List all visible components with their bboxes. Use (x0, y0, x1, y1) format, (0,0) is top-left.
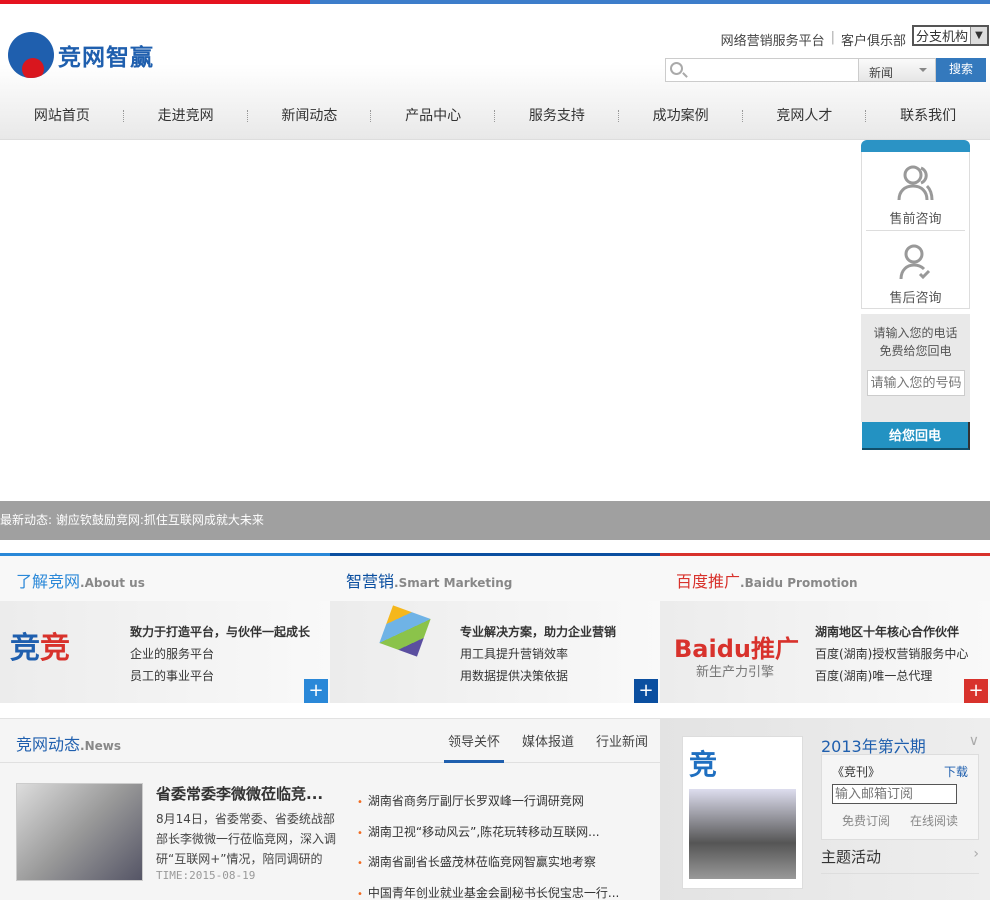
news-section: 竞网动态.News 领导关怀媒体报道行业新闻 省委常委李微微莅临竞... 8月1… (0, 718, 660, 900)
caret-down-icon (919, 68, 927, 76)
cube-icon (379, 605, 430, 656)
call-text-2: 免费给您回电 (861, 342, 970, 360)
read-online-link[interactable]: 在线阅读 (910, 812, 958, 829)
nav-products[interactable]: 产品中心 (371, 100, 495, 132)
panel-subtitle: .Baidu Promotion (740, 576, 858, 590)
top-links: 网络营销服务平台|客户俱乐部 (721, 30, 906, 49)
link-marketing-platform[interactable]: 网络营销服务平台 (721, 30, 825, 49)
presale-consult[interactable]: 售前咨询 (862, 152, 969, 230)
featured-news-desc: 8月14日，省委常委、省委统战部部长李微微一行莅临竞网，深入调研“互联网+”情况… (156, 809, 341, 869)
user-check-icon (896, 243, 936, 281)
panel-line: 用工具提升营销效率 (460, 643, 616, 665)
logo-icon (8, 32, 54, 78)
panel-subtitle: .About us (80, 576, 145, 590)
panel-about: 了解竞网.About us 竞竞 致力于打造平台，与伙伴一起成长企业的服务平台员… (0, 553, 330, 703)
main-nav: 网站首页走进竞网新闻动态产品中心服务支持成功案例竞网人才联系我们 (0, 100, 990, 132)
link-client-club[interactable]: 客户俱乐部 (841, 30, 906, 49)
theme-activity[interactable]: 主题活动 › (821, 846, 979, 874)
chevron-down-icon: ▼ (970, 27, 987, 44)
panel-line: 企业的服务平台 (130, 643, 310, 665)
cover-title: 竞 (689, 743, 796, 783)
aftersale-consult[interactable]: 售后咨询 (866, 230, 965, 308)
panel-line: 员工的事业平台 (130, 665, 310, 687)
tab-leadership[interactable]: 领导关怀 (448, 731, 500, 763)
panel-line: 用数据提供决策依据 (460, 665, 616, 687)
panel-title: 智营销 (346, 572, 394, 591)
about-figure-icon: 竞竞 (10, 623, 70, 667)
phone-input[interactable] (867, 370, 965, 396)
panel-title: 了解竞网 (16, 572, 80, 591)
callback-button[interactable]: 给您回电 (862, 422, 970, 450)
search-category-value: 新闻 (869, 66, 893, 80)
news-list: 湖南省商务厅副厅长罗双峰一行调研竞网湖南卫视“移动风云”,陈花玩转移动互联网..… (357, 787, 619, 909)
panel-smart-marketing: 智营销.Smart Marketing 专业解决方案，助力企业营销用工具提升营销… (330, 553, 660, 703)
tab-media[interactable]: 媒体报道 (522, 731, 574, 763)
tab-industry[interactable]: 行业新闻 (596, 731, 648, 763)
featured-news-time: TIME:2015-08-19 (156, 869, 255, 882)
magazine-name: 《竞刊》 (832, 763, 880, 780)
news-item[interactable]: 中国青年创业就业基金会副秘书长倪宝忠一行... (357, 879, 619, 909)
featured-news-title[interactable]: 省委常委李微微莅临竞... (156, 783, 336, 804)
email-input[interactable] (832, 784, 957, 804)
chevron-right-icon: › (973, 846, 979, 867)
widget-top (861, 140, 970, 152)
baidu-logo: Baidu推广 (674, 629, 799, 664)
logo-text: 竞网智赢 (58, 38, 154, 72)
magazine-cover[interactable]: 竞 (682, 736, 803, 889)
nav-home[interactable]: 网站首页 (0, 100, 124, 132)
users-icon (896, 164, 936, 202)
panel-title: 百度推广 (676, 572, 740, 591)
subscribe-box: 《竞刊》 下载 免费订阅 在线阅读 (821, 754, 979, 840)
nav-careers[interactable]: 竞网人才 (743, 100, 867, 132)
nav-contact[interactable]: 联系我们 (866, 100, 990, 132)
news-subtitle: .News (80, 739, 121, 753)
news-item[interactable]: 湖南省商务厅副厅长罗双峰一行调研竞网 (357, 787, 619, 818)
panel-line: 百度(湖南)唯一总代理 (815, 665, 968, 687)
nav-about[interactable]: 走进竞网 (124, 100, 248, 132)
search-icon (670, 62, 683, 75)
presale-label: 售前咨询 (862, 208, 969, 227)
branch-select-value: 分支机构 (916, 26, 968, 45)
panel-line: 专业解决方案，助力企业营销 (460, 621, 616, 643)
panel-line: 湖南地区十年核心合作伙伴 (815, 621, 968, 643)
theme-label: 主题活动 (821, 846, 881, 867)
free-subscribe-link[interactable]: 免费订阅 (842, 812, 890, 829)
panel-baidu: 百度推广.Baidu Promotion Baidu推广新生产力引擎 湖南地区十… (660, 553, 990, 703)
more-button[interactable]: + (304, 679, 328, 703)
nav-news[interactable]: 新闻动态 (248, 100, 372, 132)
download-link[interactable]: 下载 (944, 763, 968, 780)
panel-line: 致力于打造平台，与伙伴一起成长 (130, 621, 310, 643)
branch-select[interactable]: 分支机构▼ (912, 25, 989, 46)
search-category-select[interactable]: 新闻 (858, 58, 936, 82)
logo[interactable]: 竞网智赢 (8, 32, 154, 78)
consult-widget: 售前咨询 售后咨询 请输入您的电话免费给您回电 给您回电 (861, 140, 970, 450)
news-item[interactable]: 湖南卫视“移动风云”,陈花玩转移动互联网... (357, 818, 619, 849)
news-title: 竞网动态 (16, 735, 80, 754)
nav-cases[interactable]: 成功案例 (619, 100, 743, 132)
panel-line: 百度(湖南)授权营销服务中心 (815, 643, 968, 665)
aftersale-label: 售后咨询 (866, 287, 965, 306)
panel-subtitle: .Smart Marketing (394, 576, 512, 590)
more-button[interactable]: + (964, 679, 988, 703)
featured-news-photo[interactable] (16, 783, 143, 881)
baidu-slogan: 新生产力引擎 (696, 661, 774, 680)
more-button[interactable]: + (634, 679, 658, 703)
nav-support[interactable]: 服务支持 (495, 100, 619, 132)
search-button[interactable]: 搜索 (936, 58, 986, 82)
news-ticker[interactable]: 最新动态: 谢应钦鼓励竞网:抓住互联网成就大未来 (0, 501, 990, 540)
call-text-1: 请输入您的电话 (861, 324, 970, 342)
news-item[interactable]: 湖南省副省长盛茂林莅临竞网智赢实地考察 (357, 848, 619, 879)
search-input[interactable] (665, 58, 859, 82)
